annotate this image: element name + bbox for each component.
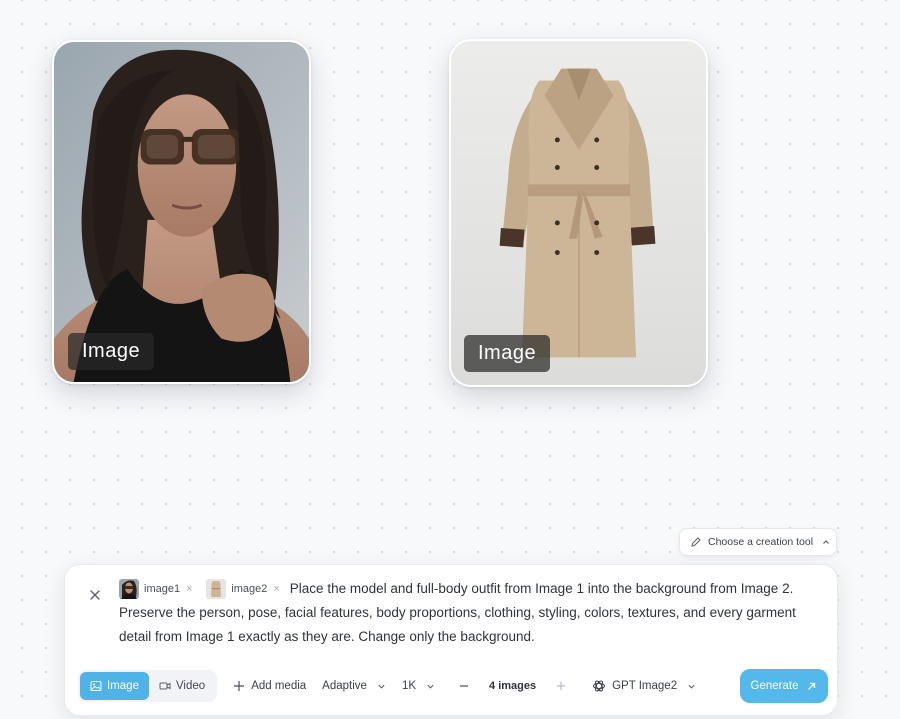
generate-button[interactable]: Generate <box>740 669 828 703</box>
resolution-dropdown[interactable]: 1K <box>402 680 435 692</box>
mode-switch: Image Video <box>78 670 218 702</box>
portrait-photo <box>54 42 309 382</box>
mode-video-button[interactable]: Video <box>149 672 215 700</box>
reference-label: image1 <box>144 582 181 595</box>
video-icon <box>159 682 171 690</box>
aspect-dropdown[interactable]: Adaptive <box>322 680 386 692</box>
image-card-coat[interactable]: Image <box>449 39 708 387</box>
image-count-stepper: 4 images <box>457 679 568 693</box>
coat-thumbnail <box>206 579 227 600</box>
arrow-up-right-icon <box>808 682 816 690</box>
composer-toolbar: Image Video Add media Adaptive 1K 4 imag… <box>78 669 828 703</box>
resolution-value: 1K <box>401 680 417 692</box>
chevron-up-icon <box>823 540 830 544</box>
image-icon <box>90 681 102 691</box>
reference-chip-image2[interactable]: image2 × <box>206 578 280 602</box>
remove-reference-icon[interactable]: × <box>273 578 279 602</box>
model-dropdown[interactable]: GPT Image2 <box>592 679 696 693</box>
chevron-down-icon <box>378 684 385 689</box>
card-label: Image <box>68 333 155 370</box>
chevron-down-icon <box>427 684 434 689</box>
pencil-icon <box>691 537 701 547</box>
mode-image-button[interactable]: Image <box>80 672 149 700</box>
plus-icon[interactable] <box>554 679 568 693</box>
openai-logo-icon <box>593 680 606 692</box>
remove-reference-icon[interactable]: × <box>186 578 192 602</box>
add-media-label: Add media <box>251 680 307 692</box>
reference-chip-image1[interactable]: image1 × <box>119 578 193 602</box>
tool-chip-label: Choose a creation tool <box>708 536 814 548</box>
choose-creation-tool-button[interactable]: Choose a creation tool <box>679 528 837 556</box>
model-value: GPT Image2 <box>612 680 678 692</box>
prompt-text-area[interactable]: image1 × image2 × Place the model and fu… <box>119 577 819 648</box>
reference-label: image2 <box>231 582 268 595</box>
aspect-value: Adaptive <box>322 680 367 692</box>
chevron-down-icon <box>688 684 695 689</box>
add-media-button[interactable]: Add media <box>233 680 306 692</box>
plus-icon <box>234 681 245 691</box>
mode-video-label: Video <box>175 680 206 692</box>
close-icon[interactable] <box>87 587 103 603</box>
image-count-value: 4 images <box>489 680 537 692</box>
prompt-composer: image1 × image2 × Place the model and fu… <box>64 564 838 716</box>
image-card-portrait[interactable]: Image <box>52 40 311 384</box>
portrait-thumbnail <box>119 579 139 600</box>
generate-label: Generate <box>750 680 799 692</box>
minus-icon[interactable] <box>457 679 471 693</box>
mode-image-label: Image <box>107 680 139 692</box>
trench-coat-photo <box>451 41 706 385</box>
card-label: Image <box>464 335 551 372</box>
